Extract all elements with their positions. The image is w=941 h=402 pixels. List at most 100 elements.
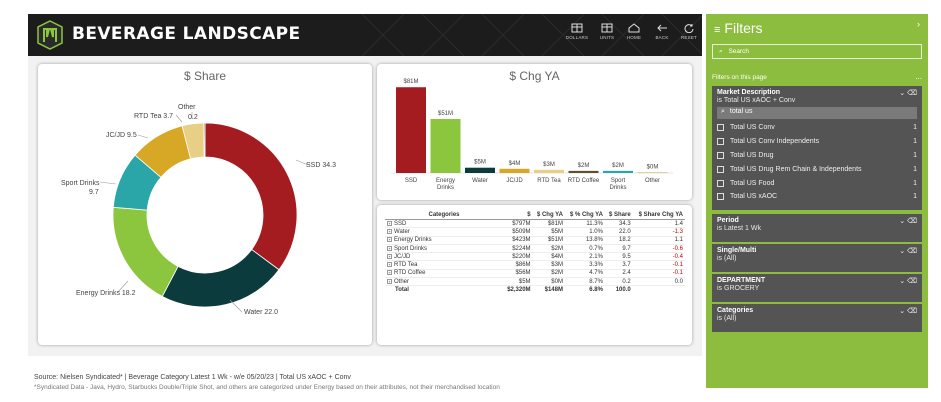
table-row[interactable]: + Water $509M $5M 1.0% 22.0 -1.3 bbox=[385, 227, 685, 237]
bar-2[interactable] bbox=[465, 167, 495, 173]
bar-6[interactable] bbox=[603, 170, 633, 173]
filter-card-period[interactable]: Period ⌄ ⌫ is Latest 1 Wk bbox=[712, 214, 922, 242]
checkbox[interactable] bbox=[717, 138, 724, 146]
expand-icon[interactable]: + bbox=[387, 270, 392, 276]
row-category: + JC/JD bbox=[385, 252, 503, 262]
reset-button[interactable]: RESET bbox=[676, 23, 702, 51]
bar-7[interactable] bbox=[637, 172, 668, 173]
market-option[interactable]: Total US Conv 1 bbox=[717, 121, 917, 135]
table-row[interactable]: + Sport Drinks $224M $2M 0.7% 9.7 -0.6 bbox=[385, 244, 685, 254]
expand-icon[interactable]: + bbox=[387, 237, 392, 243]
col-categories[interactable]: Categories bbox=[385, 211, 503, 220]
report-canvas: BEVERAGE LANDSCAPE DOLLARS UNITS HOME BA… bbox=[0, 0, 941, 402]
category-table-panel[interactable]: Categories $ $ Chg YA $ % Chg YA $ Share… bbox=[377, 205, 692, 345]
filter-search-input[interactable]: ⌕ Search bbox=[712, 44, 922, 59]
filter-search-placeholder: Search bbox=[728, 48, 750, 55]
donut-slice-water[interactable] bbox=[161, 248, 280, 308]
dollars-button[interactable]: DOLLARS bbox=[564, 23, 590, 51]
row-dollars: $86M bbox=[503, 260, 533, 270]
share-chart-panel[interactable]: $ Share SSD 34.3 Water 22.0 Energy Drink… bbox=[38, 64, 372, 345]
table-row[interactable]: + Energy Drinks $423M $51M 13.8% 18.2 1.1 bbox=[385, 236, 685, 245]
donut-slice-ssd[interactable] bbox=[204, 122, 298, 271]
expand-icon[interactable]: + bbox=[387, 245, 392, 251]
label-ssd: SSD 34.3 bbox=[306, 162, 336, 169]
single-multi-filter-value: is (All) bbox=[717, 255, 737, 262]
bar-1[interactable] bbox=[430, 119, 461, 173]
bar-3[interactable] bbox=[499, 168, 530, 173]
market-option[interactable]: Total US Drug Rem Chain & Independents 1 bbox=[717, 162, 917, 176]
period-filter-icons[interactable]: ⌄ ⌫ bbox=[899, 217, 917, 225]
col-pct-chg[interactable]: $ % Chg YA bbox=[564, 211, 605, 220]
expand-icon[interactable]: + bbox=[387, 262, 392, 268]
units-button[interactable]: UNITS bbox=[594, 23, 620, 51]
row-category: + SSD bbox=[385, 219, 503, 229]
market-option-count: 1 bbox=[913, 151, 917, 159]
market-option[interactable]: Total US xAOC 1 bbox=[717, 190, 917, 204]
donut-slice-energy-drinks[interactable] bbox=[112, 206, 179, 298]
bar-4[interactable] bbox=[534, 169, 564, 173]
row-chg: $51M bbox=[532, 236, 565, 245]
filter-card-single-multi[interactable]: Single/Multi ⌄ ⌫ is (All) bbox=[712, 244, 922, 272]
bar-0[interactable] bbox=[396, 87, 426, 173]
market-search-icon: ⌕ bbox=[721, 108, 725, 115]
row-category-label: SSD bbox=[394, 220, 407, 227]
donut-slice-other[interactable] bbox=[203, 122, 206, 158]
more-options-icon[interactable]: ... bbox=[915, 72, 922, 81]
checkbox[interactable] bbox=[717, 165, 724, 173]
table-row[interactable]: + SSD $797M $81M 11.3% 34.3 1.4 bbox=[385, 219, 685, 229]
row-pct-chg: 1.0% bbox=[564, 227, 605, 237]
filters-on-page-label: Filters on this page ... bbox=[712, 72, 922, 81]
market-option[interactable]: Total US Conv Independents 1 bbox=[717, 135, 917, 149]
single-multi-filter-icons[interactable]: ⌄ ⌫ bbox=[899, 247, 917, 255]
market-option[interactable]: Total US Food 1 bbox=[717, 176, 917, 190]
row-share: 18.2 bbox=[604, 236, 633, 245]
row-chg: $3M bbox=[532, 260, 565, 270]
filter-card-categories[interactable]: Categories ⌄ ⌫ is (All) bbox=[712, 304, 922, 332]
col-dollars[interactable]: $ bbox=[503, 211, 533, 220]
row-chg: $5M bbox=[532, 227, 565, 237]
row-chg: $0M bbox=[532, 277, 565, 287]
total-pct-chg: 6.8% bbox=[564, 285, 605, 295]
table-row[interactable]: + JC/JD $220M $4M 2.1% 9.5 -0.4 bbox=[385, 252, 685, 262]
categories-filter-icons[interactable]: ⌄ ⌫ bbox=[899, 307, 917, 315]
back-button[interactable]: BACK bbox=[649, 23, 675, 51]
checkbox[interactable] bbox=[717, 124, 724, 132]
expand-icon[interactable]: + bbox=[387, 220, 392, 226]
col-share[interactable]: $ Share bbox=[604, 211, 633, 220]
checkbox[interactable] bbox=[717, 193, 724, 201]
row-share: 34.3 bbox=[604, 219, 633, 229]
department-filter-icons[interactable]: ⌄ ⌫ bbox=[899, 277, 917, 285]
col-chg[interactable]: $ Chg YA bbox=[532, 211, 565, 220]
table-row[interactable]: + RTD Tea $86M $3M 3.3% 3.7 -0.1 bbox=[385, 260, 685, 270]
filter-card-market[interactable]: Market Description ⌄ ⌫ is Total US xAOC … bbox=[712, 86, 922, 210]
col-share-chg[interactable]: $ Share Chg YA bbox=[632, 211, 685, 220]
checkbox[interactable] bbox=[717, 151, 724, 159]
market-option-label: Total US Drug Rem Chain & Independents bbox=[730, 165, 862, 173]
market-filter-icons[interactable]: ⌄ ⌫ bbox=[899, 89, 917, 97]
home-button-label: HOME bbox=[626, 35, 642, 40]
market-search-input[interactable]: ⌕ total us bbox=[717, 107, 917, 119]
expand-icon[interactable]: + bbox=[387, 253, 392, 259]
row-dollars: $224M bbox=[503, 244, 533, 254]
collapse-pane-icon[interactable]: › bbox=[917, 19, 920, 29]
home-button[interactable]: HOME bbox=[621, 23, 647, 51]
filter-card-department[interactable]: DEPARTMENT ⌄ ⌫ is GROCERY bbox=[712, 274, 922, 302]
single-multi-filter-title: Single/Multi bbox=[717, 247, 757, 254]
row-share: 22.0 bbox=[604, 227, 633, 237]
row-category-label: Sport Drinks bbox=[394, 245, 428, 252]
row-pct-chg: 4.7% bbox=[564, 269, 605, 279]
chg-chart-panel[interactable]: $ Chg YA $81M SSD $51M Energy Drinks $5M Water… bbox=[377, 64, 692, 200]
row-dollars: $509M bbox=[503, 227, 533, 237]
expand-icon[interactable]: + bbox=[387, 278, 392, 284]
back-button-label: BACK bbox=[655, 35, 669, 40]
checkbox[interactable] bbox=[717, 179, 724, 187]
bar-data-label: $4M bbox=[509, 161, 521, 167]
row-dollars: $423M bbox=[503, 236, 533, 245]
bar-5[interactable] bbox=[568, 170, 599, 173]
source-note: Source: Nielsen Syndicated* | Beverage C… bbox=[34, 374, 351, 381]
table-row[interactable]: + Other $5M $0M 8.7% 0.2 0.0 bbox=[385, 277, 685, 287]
expand-icon[interactable]: + bbox=[387, 228, 392, 234]
market-option[interactable]: Total US Drug 1 bbox=[717, 149, 917, 163]
bar-category-label: Energy Drinks bbox=[436, 178, 455, 191]
table-row[interactable]: + RTD Coffee $56M $2M 4.7% 2.4 -0.1 bbox=[385, 269, 685, 279]
